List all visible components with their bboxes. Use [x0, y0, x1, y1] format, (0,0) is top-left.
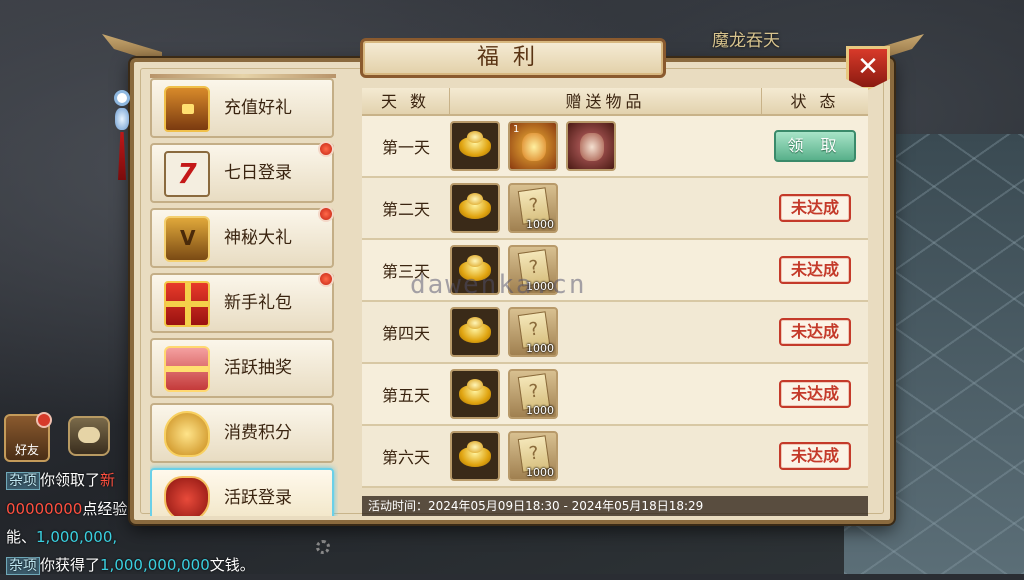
sidebar-item-label: 神秘大礼 — [224, 228, 292, 248]
friends-notification-dot — [36, 412, 52, 428]
header-items: 赠送物品 — [450, 88, 762, 114]
table-body: 第一天 1 领 取 第二天 1000 未达成 第三天 — [362, 116, 868, 488]
notification-dot — [318, 206, 334, 222]
not-achieved-stamp: 未达成 — [779, 318, 851, 346]
sidebar-item-label: 新手礼包 — [224, 293, 292, 313]
mystery-chest-icon — [164, 216, 210, 262]
settings-gear-icon[interactable] — [316, 540, 330, 554]
sidebar-item-seven-day-login[interactable]: 7 七日登录 — [150, 141, 334, 203]
not-achieved-stamp: 未达成 — [779, 194, 851, 222]
watermark-text: dawenka.cn — [410, 270, 587, 300]
activity-time-text: 活动时间：2024年05月09日18:30 - 2024年05月18日18:29 — [362, 496, 868, 516]
chat-line: 能、1,000,000, — [6, 528, 118, 546]
mystery-card-item[interactable]: 1000 — [508, 369, 558, 419]
sidebar-item-label: 活跃登录 — [224, 488, 292, 508]
gold-ingot-item[interactable] — [450, 183, 500, 233]
sidebar-item-label: 七日登录 — [224, 163, 292, 183]
chat-line: 杂项 你获得了1,000,000,000文钱。 — [6, 551, 336, 580]
sidebar-item-mystery-gift[interactable]: 神秘大礼 — [150, 206, 334, 268]
treasure-chest-icon — [164, 86, 210, 132]
header-day: 天 数 — [362, 88, 450, 114]
gold-ingot-item[interactable] — [450, 431, 500, 481]
sidebar-item-label: 充值好礼 — [224, 98, 292, 118]
claim-button[interactable]: 领 取 — [774, 130, 856, 162]
table-row: 第五天 1000 未达成 — [362, 364, 868, 426]
sidebar-item-newbie-pack[interactable]: 新手礼包 — [150, 271, 334, 333]
gift-box-icon — [164, 281, 210, 327]
reward-table: 天 数 赠送物品 状 态 第一天 1 领 取 第二天 1000 未达成 — [362, 88, 868, 514]
table-row: 第四天 1000 未达成 — [362, 302, 868, 364]
sidebar-item-active-login[interactable]: 活跃登录 — [150, 468, 334, 516]
gold-ingot-item[interactable] — [450, 369, 500, 419]
chat-tag: 杂项 — [6, 557, 40, 575]
sidebar-item-label: 消费积分 — [224, 423, 292, 443]
day-label: 第一天 — [381, 138, 430, 157]
scene-location-label: 魔龙吞天 — [712, 31, 780, 51]
table-row: 第一天 1 领 取 — [362, 116, 868, 178]
friends-label: 好友 — [14, 443, 39, 457]
day-label: 第五天 — [381, 386, 430, 405]
header-status: 状 态 — [790, 92, 840, 111]
notification-dot — [318, 271, 334, 287]
sidebar-item-active-lottery[interactable]: 活跃抽奖 — [150, 338, 334, 398]
day-label: 第六天 — [381, 448, 430, 467]
calendar-icon: 7 — [164, 151, 210, 197]
mystery-card-item[interactable]: 1000 — [508, 183, 558, 233]
sidebar-item-label: 活跃抽奖 — [224, 358, 292, 378]
gold-ingot-item[interactable] — [450, 307, 500, 357]
chat-tag: 杂项 — [6, 472, 40, 490]
notification-dot — [318, 141, 334, 157]
table-row: 第六天 1000 未达成 — [362, 426, 868, 488]
mystery-card-item[interactable]: 1000 — [508, 431, 558, 481]
not-achieved-stamp: 未达成 — [779, 256, 851, 284]
panel-title: 福利 — [360, 38, 666, 78]
gold-coins-icon — [164, 411, 210, 457]
sidebar: 充值好礼 7 七日登录 神秘大礼 新手礼包 活跃抽奖 消费积分 活跃登录 — [150, 78, 338, 516]
sidebar-item-spending-points[interactable]: 消费积分 — [150, 403, 334, 463]
lucky-bag-icon — [164, 476, 210, 516]
not-achieved-stamp: 未达成 — [779, 380, 851, 408]
chat-icon[interactable] — [68, 416, 110, 456]
lottery-box-icon — [164, 346, 210, 392]
not-achieved-stamp: 未达成 — [779, 442, 851, 470]
red-beast-pet-item[interactable] — [566, 121, 616, 171]
table-header: 天 数 赠送物品 状 态 — [362, 88, 868, 116]
sidebar-item-recharge-gift[interactable]: 充值好礼 — [150, 78, 334, 138]
mystery-card-item[interactable]: 1000 — [508, 307, 558, 357]
gold-ingot-item[interactable] — [450, 121, 500, 171]
golden-dragon-pet-item[interactable]: 1 — [508, 121, 558, 171]
table-row: 第二天 1000 未达成 — [362, 178, 868, 240]
jade-pendant-ornament — [114, 80, 132, 180]
day-label: 第二天 — [381, 200, 430, 219]
day-label: 第四天 — [381, 324, 430, 343]
